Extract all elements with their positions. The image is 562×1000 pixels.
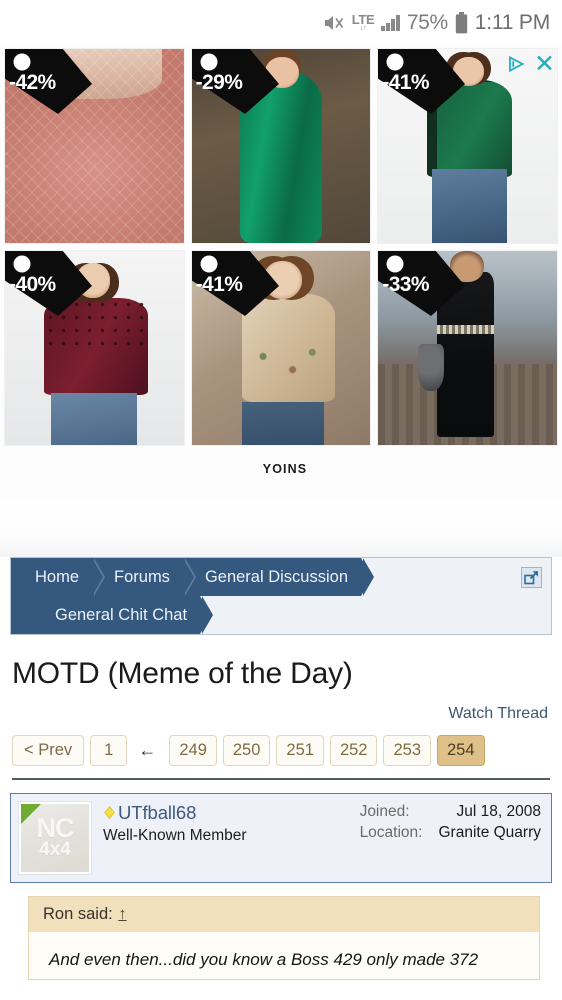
breadcrumb-item-home[interactable]: Home — [11, 558, 106, 596]
advertisement-banner[interactable]: ✕ -42% -29% -41% -40% -41% -33% YOINS — [0, 45, 562, 500]
close-icon[interactable]: ✕ — [534, 52, 555, 77]
content-separator — [0, 500, 562, 557]
ad-product-tile[interactable]: -29% — [190, 48, 372, 244]
ad-brand-label[interactable]: YOINS — [4, 446, 562, 476]
prev-page-button[interactable]: < Prev — [12, 735, 85, 766]
breadcrumb-item-forums[interactable]: Forums — [92, 558, 196, 596]
username-row: UTfball68 — [103, 802, 348, 824]
ad-product-tile[interactable]: -33% — [377, 250, 558, 446]
discount-label: -33% — [382, 273, 429, 296]
meta-key-location: Location: — [359, 823, 423, 841]
page-button-250[interactable]: 250 — [222, 735, 271, 766]
quote-author-label: Ron said: — [43, 904, 113, 923]
watch-thread-row: Watch Thread — [0, 691, 562, 723]
discount-label: -29% — [195, 71, 243, 94]
page-title: MOTD (Meme of the Day) — [12, 657, 353, 690]
post-header: NC 4x4 UTfball68 Well-Known Member Joine… — [10, 792, 552, 883]
quote-block: Ron said: ↑ And even then...did you know… — [28, 895, 540, 981]
ad-product-tile[interactable]: -40% — [4, 250, 185, 446]
breadcrumb-item-general-discussion[interactable]: General Discussion — [182, 558, 375, 596]
breadcrumb-item-general-chit-chat[interactable]: General Chit Chat — [33, 596, 214, 634]
discount-badge: -29% — [191, 49, 285, 120]
ad-product-grid[interactable]: -42% -29% -41% -40% -41% -33% — [4, 48, 558, 446]
page-button-1[interactable]: 1 — [90, 735, 128, 766]
page-button-252[interactable]: 252 — [329, 735, 378, 766]
discount-label: -40% — [9, 273, 56, 296]
external-link-icon[interactable] — [521, 567, 542, 588]
ad-product-tile[interactable]: -41% — [377, 48, 558, 244]
breadcrumb-row-2: General Chit Chat — [11, 596, 551, 634]
ad-product-tile[interactable]: -42% — [4, 48, 185, 244]
discount-badge: -41% — [191, 251, 285, 322]
breadcrumb: Home Forums General Discussion General C… — [10, 557, 552, 635]
discount-badge: -40% — [4, 251, 98, 322]
user-title-label: Well-Known Member — [103, 826, 247, 844]
volume-mute-icon — [323, 13, 345, 33]
ad-product-tile[interactable]: -41% — [190, 250, 372, 446]
meta-value-joined: Jul 18, 2008 — [456, 802, 541, 820]
divider — [12, 777, 550, 780]
page-button-251[interactable]: 251 — [276, 735, 324, 766]
breadcrumb-row-1: Home Forums General Discussion — [11, 558, 551, 596]
online-status-corner-icon — [21, 803, 41, 824]
discount-label: -42% — [9, 71, 56, 94]
meta-value-location: Granite Quarry — [438, 823, 541, 841]
discount-label: -41% — [195, 273, 243, 296]
avatar[interactable]: NC 4x4 — [18, 800, 92, 875]
page-button-253[interactable]: 253 — [383, 735, 431, 766]
discount-badge: -41% — [378, 49, 471, 120]
user-identity: UTfball68 Well-Known Member — [103, 802, 348, 874]
discount-badge: -33% — [378, 251, 471, 322]
clock-label: 1:11 PM — [474, 10, 550, 34]
network-type-indicator: LTE ↓↑ — [351, 12, 375, 32]
discount-badge: -42% — [4, 49, 98, 120]
quote-text: And even then...did you know a Boss 429 … — [49, 949, 479, 969]
page-button-249[interactable]: 249 — [169, 735, 217, 766]
watch-thread-link[interactable]: Watch Thread — [448, 705, 548, 722]
battery-icon — [455, 11, 468, 34]
meta-key-joined: Joined: — [359, 802, 410, 820]
pagination[interactable]: < Prev 1 ← 249 250 251 252 253 254 — [0, 723, 562, 766]
quote-jump-link[interactable]: ↑ — [117, 905, 126, 923]
status-bar: LTE ↓↑ 75% 1:11 PM — [0, 0, 562, 45]
signal-bars-icon — [381, 14, 400, 31]
adchoices-icon[interactable] — [507, 54, 527, 74]
diamond-badge-icon — [103, 805, 116, 820]
page-button-254-active[interactable]: 254 — [437, 735, 485, 766]
jump-arrow-icon: ← — [138, 739, 157, 760]
quote-header: Ron said: ↑ — [29, 896, 539, 932]
username-link[interactable]: UTfball68 — [118, 802, 196, 824]
user-meta: Joined: Jul 18, 2008 Location: Granite Q… — [360, 802, 541, 874]
ad-controls[interactable]: ✕ — [507, 52, 555, 77]
battery-percent-label: 75% — [406, 10, 448, 34]
discount-label: -41% — [382, 71, 429, 94]
